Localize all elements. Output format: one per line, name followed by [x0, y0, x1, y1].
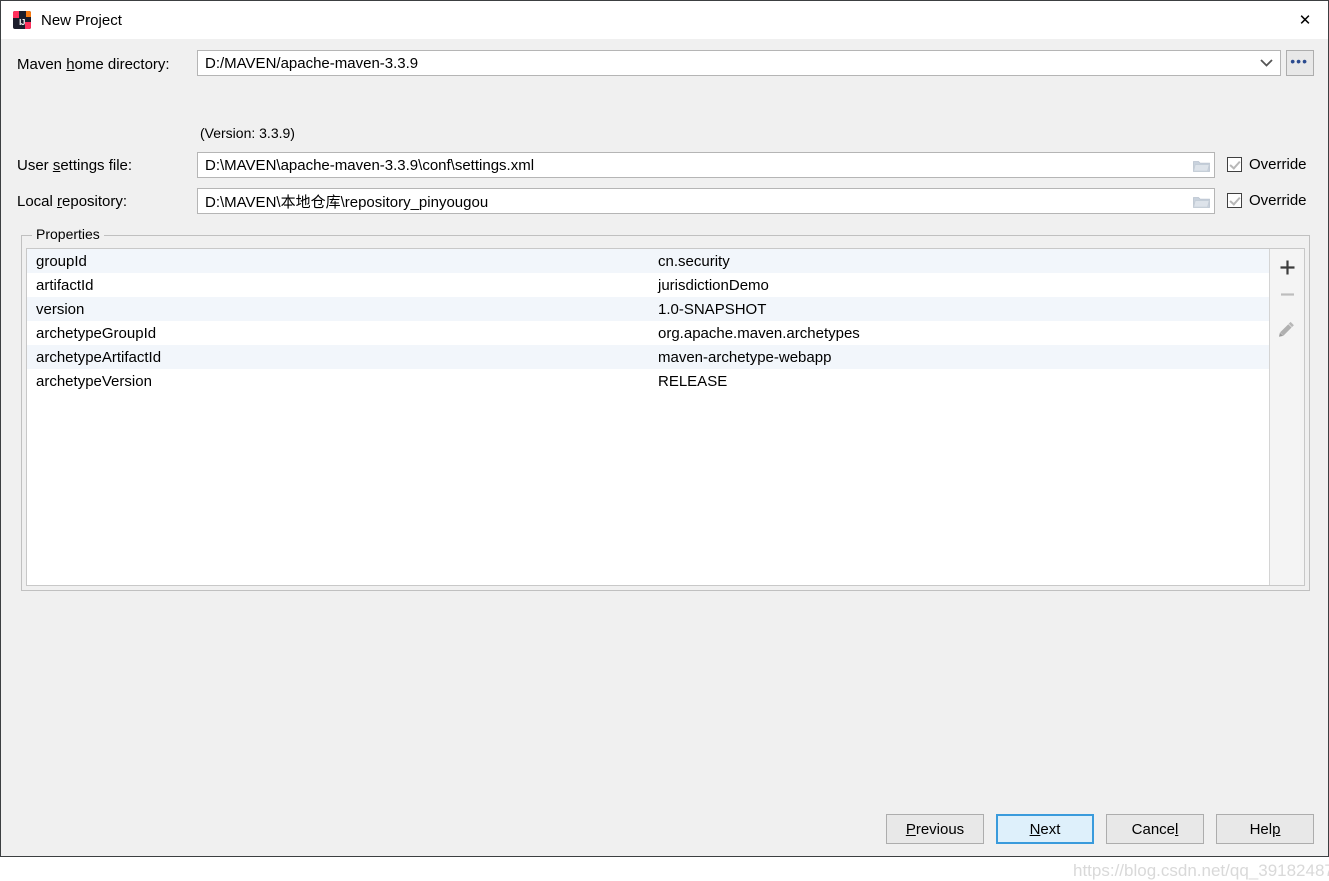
window-title: New Project	[41, 11, 122, 29]
dialog-content: Maven home directory: D:/MAVEN/apache-ma…	[1, 39, 1329, 880]
title-bar: IJ New Project ✕	[1, 1, 1328, 39]
property-key: archetypeVersion	[36, 372, 152, 390]
table-row[interactable]: groupId cn.security	[27, 249, 1269, 273]
property-value: cn.security	[658, 252, 730, 270]
table-row[interactable]: archetypeArtifactId maven-archetype-webap…	[27, 345, 1269, 369]
local-repository-label: Local repository:	[17, 192, 128, 210]
property-key: archetypeArtifactId	[36, 348, 162, 366]
local-repository-override-checkbox[interactable]: Override	[1227, 192, 1307, 209]
checkbox-checked-icon	[1227, 157, 1242, 172]
watermark-text: https://blog.csdn.net/qq_39182487	[1073, 861, 1329, 880]
maven-version-note: (Version: 3.3.9)	[200, 125, 295, 141]
table-row[interactable]: archetypeGroupId org.apache.maven.archety…	[27, 321, 1269, 345]
property-key: groupId	[36, 252, 87, 270]
close-icon[interactable]: ✕	[1282, 1, 1328, 38]
edit-property-button[interactable]	[1273, 317, 1301, 341]
properties-table-toolbar	[1269, 249, 1304, 585]
table-row[interactable]: archetypeVersion RELEASE	[27, 369, 1269, 393]
user-settings-value: D:\MAVEN\apache-maven-3.3.9\conf\setting…	[205, 156, 535, 174]
previous-button[interactable]: Previous	[886, 814, 984, 844]
property-value: RELEASE	[658, 372, 728, 390]
folder-icon[interactable]	[1188, 195, 1214, 208]
user-settings-override-label: Override	[1249, 156, 1307, 173]
remove-property-button[interactable]	[1273, 282, 1301, 306]
folder-icon[interactable]	[1188, 159, 1214, 172]
property-key: artifactId	[36, 276, 94, 294]
intellij-idea-icon: IJ	[13, 11, 31, 29]
property-key: version	[36, 300, 85, 318]
properties-group: Properties groupId cn.security artifactId j…	[21, 226, 1310, 591]
next-button[interactable]: Next	[996, 814, 1094, 844]
properties-group-title: Properties	[32, 226, 104, 242]
properties-table-wrap: groupId cn.security artifactId jurisdiction…	[26, 248, 1305, 586]
maven-home-combobox[interactable]: D:/MAVEN/apache-maven-3.3.9	[197, 50, 1281, 76]
local-repository-field[interactable]: D:\MAVEN\本地仓库\repository_pinyougou	[197, 188, 1215, 214]
property-value: jurisdictionDemo	[658, 276, 769, 294]
table-row[interactable]: version 1.0-SNAPSHOT	[27, 297, 1269, 321]
chevron-down-icon[interactable]	[1256, 59, 1276, 67]
maven-home-browse-button[interactable]: •••	[1286, 50, 1314, 76]
dialog-footer: Previous Next Cance l Hel p	[886, 814, 1314, 844]
user-settings-field[interactable]: D:\MAVEN\apache-maven-3.3.9\conf\setting…	[197, 152, 1215, 178]
user-settings-label-row: User settings file:	[17, 152, 132, 178]
maven-home-value: D:/MAVEN/apache-maven-3.3.9	[205, 54, 419, 72]
cancel-button[interactable]: Cance l	[1106, 814, 1204, 844]
local-repository-label-row: Local repository:	[17, 188, 127, 214]
new-project-dialog: IJ New Project ✕ Maven home directory: D…	[0, 0, 1329, 880]
local-repository-override-label: Override	[1249, 192, 1307, 209]
maven-home-label: Maven home directory:	[17, 55, 170, 73]
add-property-button[interactable]	[1273, 255, 1301, 279]
property-value: org.apache.maven.archetypes	[658, 324, 860, 342]
user-settings-label: User settings file:	[17, 156, 133, 174]
user-settings-override-checkbox[interactable]: Override	[1227, 156, 1307, 173]
local-repository-value: D:\MAVEN\本地仓库\repository_pinyougou	[205, 193, 489, 211]
maven-home-label-row: Maven home directory:	[17, 51, 170, 77]
property-value: 1.0-SNAPSHOT	[658, 300, 767, 318]
help-button[interactable]: Hel p	[1216, 814, 1314, 844]
table-row[interactable]: artifactId jurisdictionDemo	[27, 273, 1269, 297]
properties-table[interactable]: groupId cn.security artifactId jurisdiction…	[27, 249, 1269, 585]
property-value: maven-archetype-webapp	[658, 348, 832, 366]
checkbox-checked-icon	[1227, 193, 1242, 208]
property-key: archetypeGroupId	[36, 324, 157, 342]
